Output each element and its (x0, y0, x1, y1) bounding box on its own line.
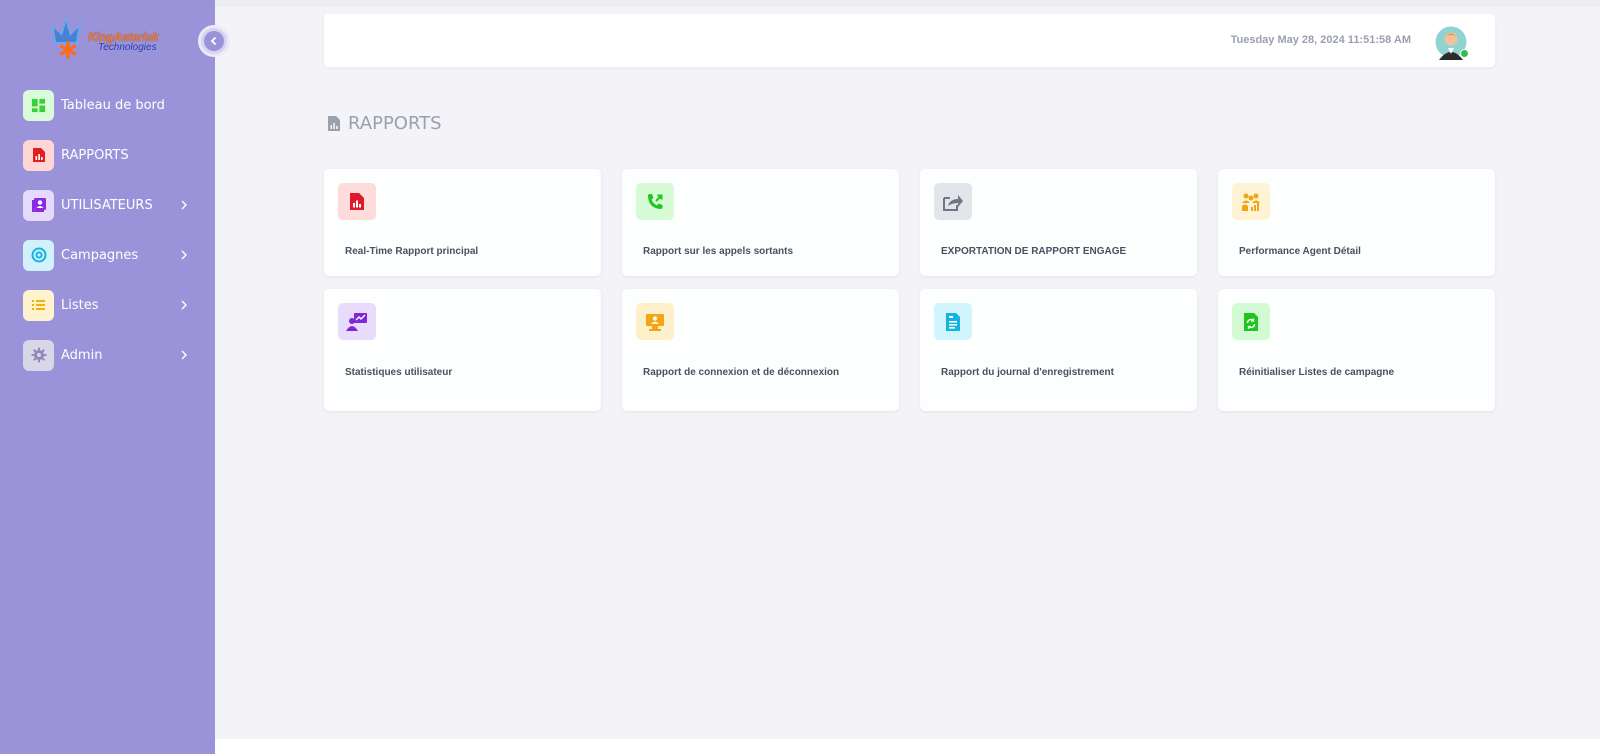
sidebar-item-label: Tableau de bord (61, 97, 165, 113)
bottom-strip (215, 739, 1600, 754)
card-label: Réinitialiser Listes de campagne (1239, 367, 1395, 378)
team-performance-icon (1232, 183, 1270, 220)
sidebar-item-lists[interactable]: Listes (0, 280, 215, 330)
current-datetime: Tuesday May 28, 2024 11:51:58 AM (1230, 34, 1411, 46)
sidebar-item-label: Listes (61, 297, 99, 313)
card-label: Statistiques utilisateur (345, 367, 453, 378)
report-card-outgoing-calls[interactable]: Rapport sur les appels sortants (622, 169, 899, 276)
card-label: EXPORTATION DE RAPPORT ENGAGE (941, 246, 1127, 257)
report-file-icon (328, 116, 340, 131)
sidebar-item-campaigns[interactable]: Campagnes (0, 230, 215, 280)
chevron-left-icon (204, 31, 224, 51)
export-share-icon (934, 183, 972, 220)
sidebar-item-label: RAPPORTS (61, 147, 129, 163)
sidebar-collapse-button[interactable] (198, 25, 230, 57)
card-label: Performance Agent Détail (1239, 246, 1361, 257)
card-label: Rapport sur les appels sortants (643, 246, 794, 257)
outgoing-call-icon (636, 183, 674, 220)
company-logo[interactable]: KingAsterisk Technologies (48, 14, 168, 62)
sidebar-item-label: UTILISATEURS (61, 197, 153, 213)
online-status-dot (1460, 49, 1469, 58)
user-avatar[interactable] (1435, 26, 1469, 60)
login-monitor-icon (636, 303, 674, 340)
chevron-right-icon (181, 250, 187, 260)
sidebar: KingAsterisk Technologies Tableau de bor… (0, 0, 215, 754)
logo-subtitle: Technologies (98, 42, 157, 53)
sidebar-item-label: Admin (61, 347, 103, 363)
user-presentation-icon (338, 303, 376, 340)
report-chart-icon (338, 183, 376, 220)
sidebar-item-dashboard[interactable]: Tableau de bord (0, 80, 215, 130)
document-log-icon (934, 303, 972, 340)
card-label: Rapport du journal d'enregistrement (941, 367, 1114, 378)
report-card-export-engage[interactable]: EXPORTATION DE RAPPORT ENGAGE (920, 169, 1197, 276)
sidebar-item-users[interactable]: UTILISATEURS (0, 180, 215, 230)
page-title: RAPPORTS (327, 113, 442, 134)
report-cards-grid: Real-Time Rapport principal Rapport sur … (324, 169, 1495, 411)
gear-icon (23, 339, 54, 371)
reset-refresh-icon (1232, 303, 1270, 340)
chevron-right-icon (181, 200, 187, 210)
card-label: Rapport de connexion et de déconnexion (643, 367, 840, 378)
report-card-reset-lists[interactable]: Réinitialiser Listes de campagne (1218, 289, 1495, 411)
sidebar-item-admin[interactable]: Admin (0, 330, 215, 380)
list-icon (23, 289, 54, 321)
report-card-recording-log[interactable]: Rapport du journal d'enregistrement (920, 289, 1197, 411)
chevron-right-icon (181, 300, 187, 310)
top-bar: Tuesday May 28, 2024 11:51:58 AM (324, 14, 1495, 67)
users-icon (23, 189, 54, 221)
target-icon (23, 239, 54, 271)
report-card-realtime[interactable]: Real-Time Rapport principal (324, 169, 601, 276)
report-card-agent-performance[interactable]: Performance Agent Détail (1218, 169, 1495, 276)
top-strip (215, 0, 1600, 7)
sidebar-item-label: Campagnes (61, 247, 139, 263)
sidebar-item-reports[interactable]: RAPPORTS (0, 130, 215, 180)
card-label: Real-Time Rapport principal (345, 246, 479, 257)
report-file-icon (23, 139, 54, 171)
dashboard-icon (23, 89, 54, 121)
chevron-right-icon (181, 350, 187, 360)
page-title-text: RAPPORTS (348, 113, 442, 134)
report-card-user-stats[interactable]: Statistiques utilisateur (324, 289, 601, 411)
sidebar-nav: Tableau de bord RAPPORTS UTILISATEURS Ca… (0, 80, 215, 380)
report-card-login-logout[interactable]: Rapport de connexion et de déconnexion (622, 289, 899, 411)
